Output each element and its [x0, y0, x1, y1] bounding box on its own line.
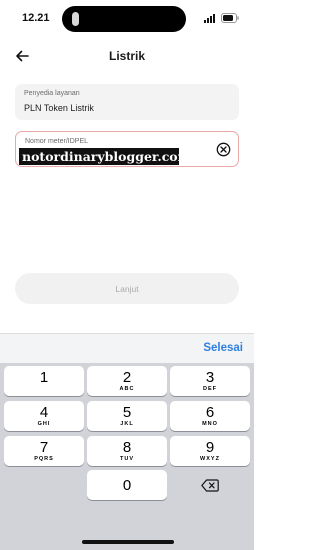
next-button[interactable]: Lanjut	[15, 273, 239, 304]
key-letters: MNO	[202, 421, 218, 427]
key-digit: 6	[205, 404, 215, 421]
key-digit: 0	[122, 477, 132, 494]
key-letters: JKL	[120, 421, 134, 427]
done-button[interactable]: Selesai	[203, 342, 243, 354]
keyboard-toolbar: Selesai	[0, 333, 254, 363]
key-9[interactable]: 9 WXYZ	[170, 436, 250, 466]
key-digit: 9	[205, 439, 215, 456]
key-digit: 5	[122, 404, 132, 421]
meter-number-input[interactable]	[19, 148, 179, 165]
key-7[interactable]: 7 PQRS	[4, 436, 84, 466]
home-indicator	[82, 540, 174, 544]
key-5[interactable]: 5 JKL	[87, 401, 167, 431]
key-letters: WXYZ	[200, 456, 220, 462]
key-letters: ABC	[119, 386, 135, 392]
key-3[interactable]: 3 DEF	[170, 366, 250, 396]
key-0[interactable]: 0	[87, 470, 167, 500]
key-4[interactable]: 4 GHI	[4, 401, 84, 431]
status-bar: 12.21	[0, 0, 254, 38]
provider-field-value: PLN Token Listrik	[24, 103, 94, 113]
key-letters: DEF	[203, 386, 217, 392]
dynamic-island	[62, 6, 186, 32]
key-digit: 3	[205, 369, 215, 386]
meter-number-label: Nomor meter/IDPEL	[25, 138, 89, 145]
key-digit: 4	[39, 404, 49, 421]
key-8[interactable]: 8 TUV	[87, 436, 167, 466]
page-title: Listrik	[108, 49, 145, 63]
key-2[interactable]: 2 ABC	[87, 366, 167, 396]
clear-icon[interactable]	[216, 142, 231, 157]
key-6[interactable]: 6 MNO	[170, 401, 250, 431]
key-1[interactable]: 1	[4, 366, 84, 396]
key-letters: GHI	[37, 421, 51, 427]
key-digit: 8	[122, 439, 132, 456]
key-letters: TUV	[120, 456, 134, 462]
cellular-signal-icon	[204, 14, 215, 23]
battery-icon	[221, 13, 239, 23]
provider-field[interactable]: Penyedia layanan PLN Token Listrik	[15, 84, 239, 120]
status-time: 12.21	[22, 12, 50, 24]
app-header: Listrik	[0, 38, 254, 74]
flashlight-indicator-icon	[72, 12, 79, 26]
meter-number-field[interactable]: Nomor meter/IDPEL	[15, 131, 239, 167]
backspace-icon	[201, 478, 219, 492]
key-letters: PQRS	[34, 456, 54, 462]
key-digit: 7	[39, 439, 49, 456]
key-digit: 1	[39, 369, 49, 386]
delete-key[interactable]	[170, 470, 250, 500]
numeric-keypad: 1 2 ABC 3 DEF 4 GHI 5 JKL 6 MNO 7 PQRS 8…	[0, 363, 254, 550]
provider-field-label: Penyedia layanan	[24, 90, 80, 97]
key-digit: 2	[122, 369, 132, 386]
